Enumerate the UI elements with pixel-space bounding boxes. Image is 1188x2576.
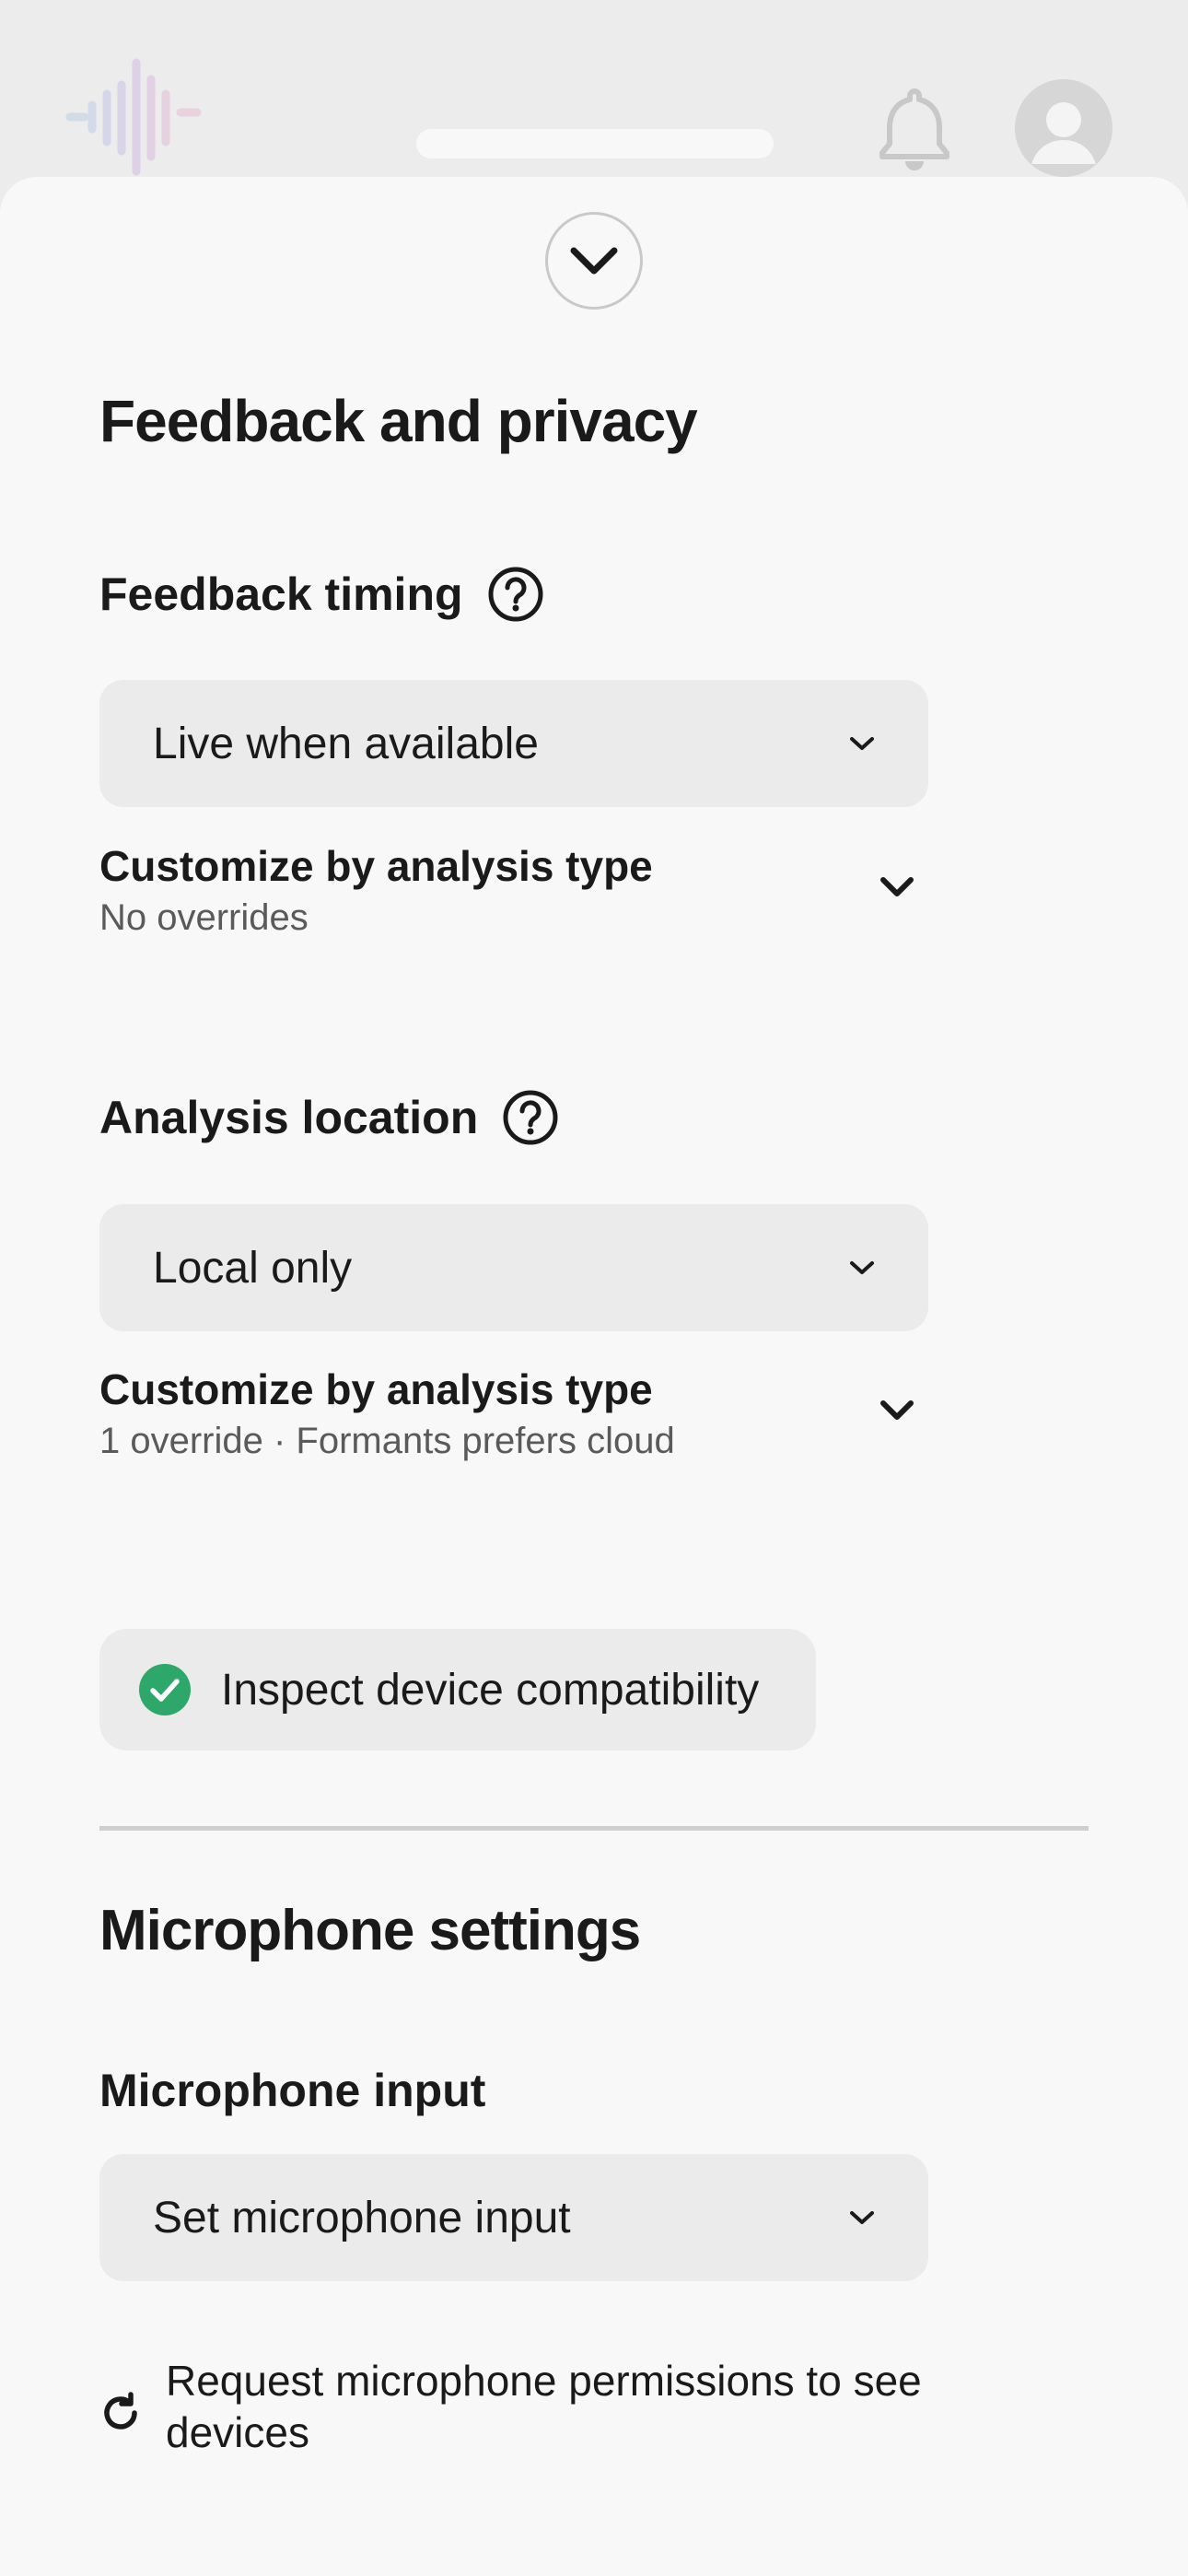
- chevron-down-icon: [850, 737, 874, 750]
- microphone-input-label: Microphone input: [99, 2065, 486, 2116]
- chevron-down-icon: [880, 877, 914, 896]
- help-icon[interactable]: [502, 1089, 559, 1146]
- microphone-input-heading: Microphone input: [99, 2064, 485, 2117]
- sound-wave-logo-icon[interactable]: [64, 57, 203, 177]
- refresh-icon: [104, 2392, 137, 2430]
- settings-sheet: Feedback and privacy Feedback timing Liv…: [0, 177, 1188, 2576]
- feedback-timing-select[interactable]: Live when available: [99, 680, 928, 807]
- analysis-location-value: Local only: [153, 1243, 353, 1293]
- customize-title: Customize by analysis type: [99, 1365, 653, 1413]
- header-search-pill[interactable]: [416, 129, 774, 158]
- analysis-location-heading: Analysis location: [99, 1089, 559, 1146]
- inspect-compatibility-label: Inspect device compatibility: [221, 1665, 760, 1715]
- section-divider: [99, 1826, 1089, 1831]
- bell-icon[interactable]: [875, 88, 954, 170]
- chevron-down-icon: [850, 1261, 874, 1274]
- app-header: [0, 0, 1188, 203]
- request-permissions-link[interactable]: Request microphone permissions to see de…: [99, 2355, 1020, 2458]
- check-circle-icon: [139, 1664, 191, 1715]
- feedback-timing-customize[interactable]: Customize by analysis type No overrides: [99, 840, 928, 943]
- collapse-sheet-button[interactable]: [545, 212, 643, 310]
- microphone-input-value: Set microphone input: [153, 2193, 571, 2242]
- inspect-compatibility-button[interactable]: Inspect device compatibility: [99, 1629, 816, 1751]
- feedback-privacy-title: Feedback and privacy: [99, 388, 698, 454]
- avatar[interactable]: [1015, 79, 1112, 177]
- customize-title: Customize by analysis type: [99, 842, 653, 890]
- customize-subtitle: No overrides: [99, 897, 309, 938]
- chevron-down-icon: [850, 2211, 874, 2224]
- feedback-timing-value: Live when available: [153, 719, 539, 768]
- analysis-location-label: Analysis location: [99, 1092, 479, 1143]
- customize-subtitle: 1 override · Formants prefers cloud: [99, 1421, 675, 1461]
- user-avatar-icon: [1031, 102, 1096, 164]
- analysis-location-select[interactable]: Local only: [99, 1204, 928, 1331]
- chevron-down-icon: [570, 247, 618, 275]
- chevron-down-icon: [880, 1400, 914, 1420]
- analysis-location-customize[interactable]: Customize by analysis type 1 override · …: [99, 1364, 928, 1467]
- microphone-input-select[interactable]: Set microphone input: [99, 2154, 928, 2281]
- help-icon[interactable]: [487, 566, 544, 623]
- feedback-timing-label: Feedback timing: [99, 568, 463, 620]
- feedback-timing-heading: Feedback timing: [99, 566, 544, 623]
- request-permissions-text: Request microphone permissions to see de…: [166, 2357, 922, 2456]
- microphone-settings-title: Microphone settings: [99, 1899, 641, 1962]
